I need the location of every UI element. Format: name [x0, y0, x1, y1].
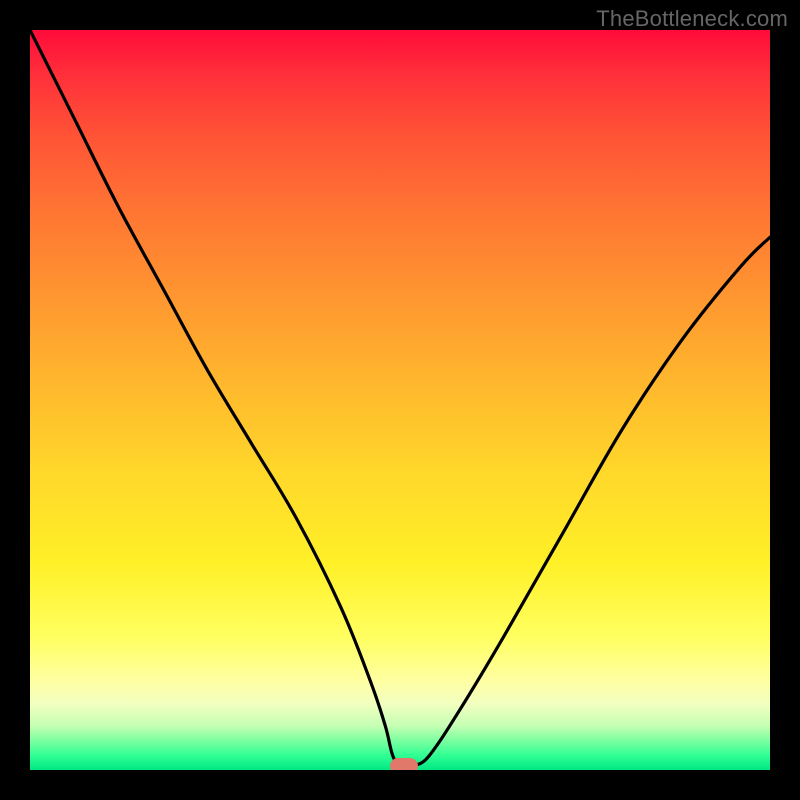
bottleneck-curve-path: [30, 30, 770, 767]
bottleneck-curve-svg: [30, 30, 770, 770]
watermark-text: TheBottleneck.com: [596, 6, 788, 32]
plot-area: [30, 30, 770, 770]
chart-frame: TheBottleneck.com: [0, 0, 800, 800]
optimum-marker: [390, 758, 418, 770]
